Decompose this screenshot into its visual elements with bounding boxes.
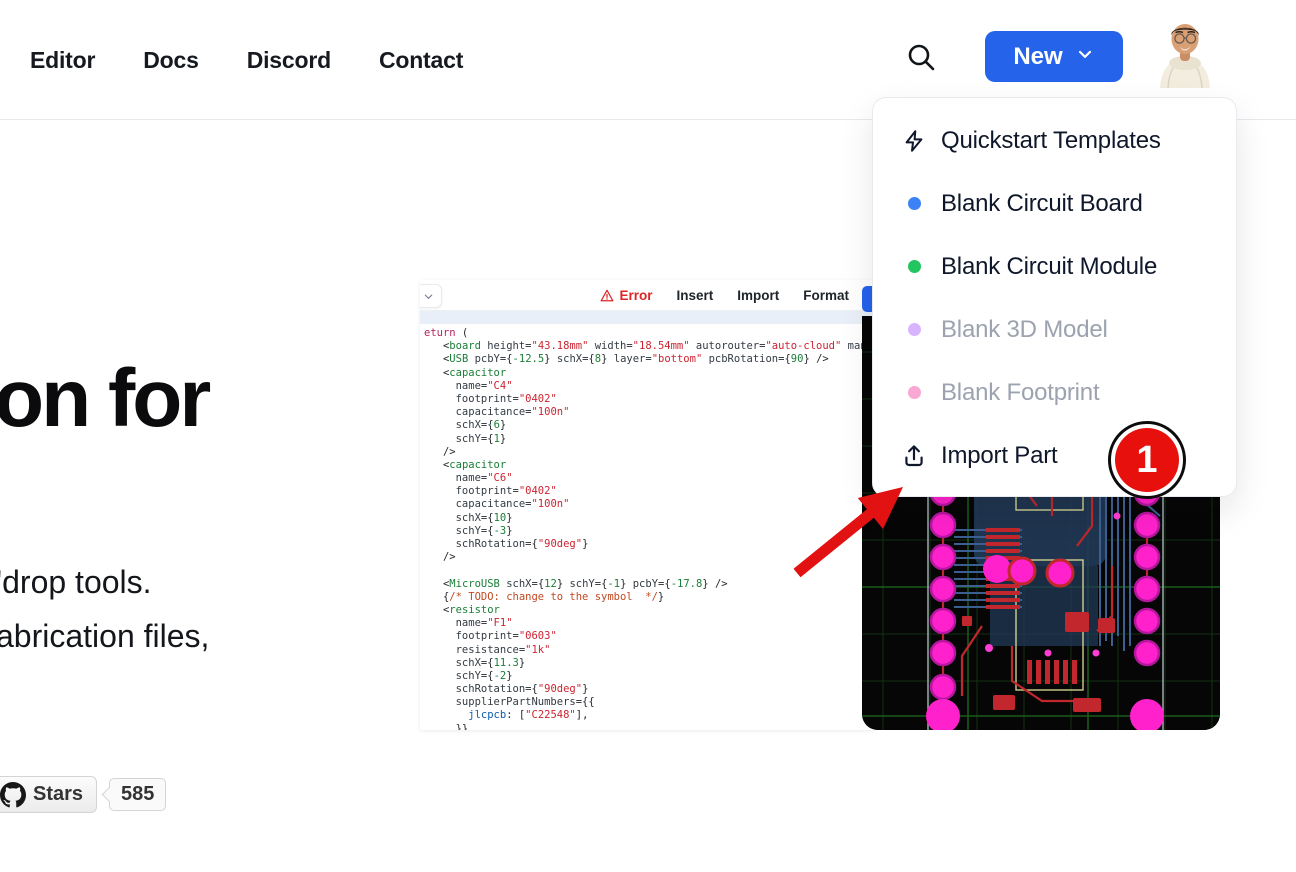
nav-link-editor[interactable]: Editor [30,47,95,74]
github-stars-count[interactable]: 585 [109,778,166,811]
code-line: <capacitor [424,459,875,472]
code-editor-screenshot: Error Insert Import Format eturn ( <boar… [420,280,875,730]
chevron-down-icon [423,291,434,302]
zap-icon [901,129,927,153]
pink-dot-icon [908,386,921,399]
error-label: Error [619,288,652,303]
code-line: schY={1} [424,433,875,446]
menu-item-quickstart-templates[interactable]: Quickstart Templates [873,109,1236,172]
code-line: <MicroUSB schX={12} schY={-1} pcbY={-17.… [424,578,875,591]
menu-item-blank-circuit-module[interactable]: Blank Circuit Module [873,235,1236,298]
github-stars-widget: Stars 585 [0,776,166,813]
menu-item-blank-circuit-board[interactable]: Blank Circuit Board [873,172,1236,235]
code-line: capacitance="100n" [424,498,875,511]
github-icon [0,782,26,808]
blue-dot-icon [908,197,921,210]
hero-body-line2: abrication files, [0,618,209,655]
nav-link-docs[interactable]: Docs [143,47,198,74]
code-line: name="F1" [424,617,875,630]
nav-link-discord[interactable]: Discord [247,47,331,74]
code-line: schRotation={"90deg"} [424,538,875,551]
new-button[interactable]: New [985,31,1123,82]
code-line: supplierPartNumbers={{ [424,696,875,709]
format-menu-item[interactable]: Format [803,288,849,303]
error-menu-item[interactable]: Error [600,288,652,303]
code-line: schX={6} [424,419,875,432]
code-line: <capacitor [424,367,875,380]
menu-item-label: Blank Circuit Board [941,190,1143,218]
page: Editor Docs Discord Contact New [0,0,1296,872]
code-line: footprint="0402" [424,485,875,498]
menu-item-blank-3d-model[interactable]: Blank 3D Model [873,298,1236,361]
menu-item-label: Blank 3D Model [941,316,1108,344]
code-line: <USB pcbY={-12.5} schX={8} layer="bottom… [424,353,875,366]
user-avatar[interactable] [1156,20,1214,88]
search-button[interactable] [903,40,939,76]
warning-triangle-icon [600,289,614,302]
new-button-label: New [1013,43,1062,71]
main-nav: Editor Docs Discord Contact [30,0,463,120]
editor-tab-button[interactable] [420,284,442,308]
code-line: <board height="43.18mm" width="18.54mm" … [424,340,875,353]
editor-highlight-strip [420,311,875,324]
editor-toolbar-menu: Error Insert Import Format [600,280,849,311]
code-line: /> [424,446,875,459]
annotation-badge: 1 [1108,421,1186,499]
menu-item-blank-footprint[interactable]: Blank Footprint [873,361,1236,424]
code-line: {/* TODO: change to the symbol */} [424,591,875,604]
search-icon [906,42,936,75]
code-line: schRotation={"90deg"} [424,683,875,696]
code-line: jlcpcb: ["C22548"], [424,709,875,722]
code-line: schY={-3} [424,525,875,538]
code-line: eturn ( [424,327,875,340]
insert-menu-item[interactable]: Insert [676,288,713,303]
code-line: name="C6" [424,472,875,485]
code-line: name="C4" [424,380,875,393]
hero-body-line1: 'drop tools. [0,564,152,601]
code-line: footprint="0603" [424,630,875,643]
github-stars-label: Stars [33,783,83,806]
menu-item-label: Quickstart Templates [941,127,1161,155]
nav-link-contact[interactable]: Contact [379,47,463,74]
green-dot-icon [908,260,921,273]
code-line: capacitance="100n" [424,406,875,419]
upload-icon [901,443,927,469]
new-dropdown-menu: Quickstart Templates Blank Circuit Board… [872,97,1237,497]
code-line: resistance="1k" [424,644,875,657]
menu-item-label: Blank Footprint [941,379,1099,407]
annotation-badge-number: 1 [1115,428,1179,492]
code-line: footprint="0402" [424,393,875,406]
chevron-down-icon [1075,43,1095,71]
code-line [424,564,875,577]
hero-heading-fragment: on for [0,352,208,446]
code-line: /> [424,551,875,564]
menu-item-label: Import Part [941,442,1058,470]
code-line: schX={11.3} [424,657,875,670]
code-area[interactable]: eturn ( <board height="43.18mm" width="1… [420,324,875,730]
purple-dot-icon [908,323,921,336]
code-line: <resistor [424,604,875,617]
editor-toolbar: Error Insert Import Format [420,280,875,311]
import-menu-item[interactable]: Import [737,288,779,303]
code-line: schX={10} [424,512,875,525]
menu-item-label: Blank Circuit Module [941,253,1157,281]
code-line: schY={-2} [424,670,875,683]
github-stars-button[interactable]: Stars [0,776,97,813]
code-line: }} [424,723,875,730]
